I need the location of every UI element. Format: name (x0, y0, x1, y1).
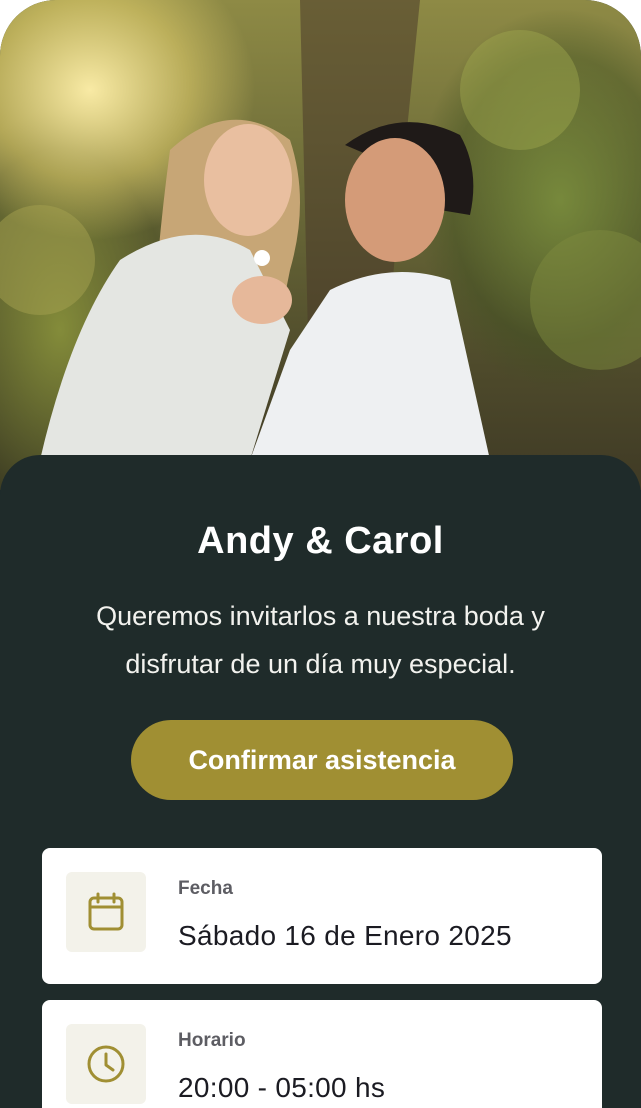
calendar-icon-box (66, 872, 146, 952)
calendar-icon (88, 892, 124, 931)
time-label: Horario (178, 1030, 246, 1051)
date-card: Fecha Sábado 16 de Enero 2025 (42, 848, 602, 984)
clock-icon (87, 1045, 125, 1083)
couple-photo (0, 0, 641, 490)
date-value: Sábado 16 de Enero 2025 (178, 920, 512, 951)
invitation-text: Queremos invitarlos a nuestra boda y dis… (96, 601, 545, 679)
date-label: Fecha (178, 878, 233, 899)
time-value: 20:00 - 05:00 hs (178, 1072, 386, 1103)
invitation-screen: Andy & Carol Queremos invitarlos a nuest… (0, 0, 641, 1108)
couple-photo-illustration (0, 0, 641, 460)
couple-names: Andy & Carol (197, 520, 444, 562)
confirm-attendance-button[interactable]: Confirmar asistencia (131, 720, 513, 800)
clock-icon-box (66, 1024, 146, 1104)
time-card: Horario 20:00 - 05:00 hs (42, 1000, 602, 1108)
